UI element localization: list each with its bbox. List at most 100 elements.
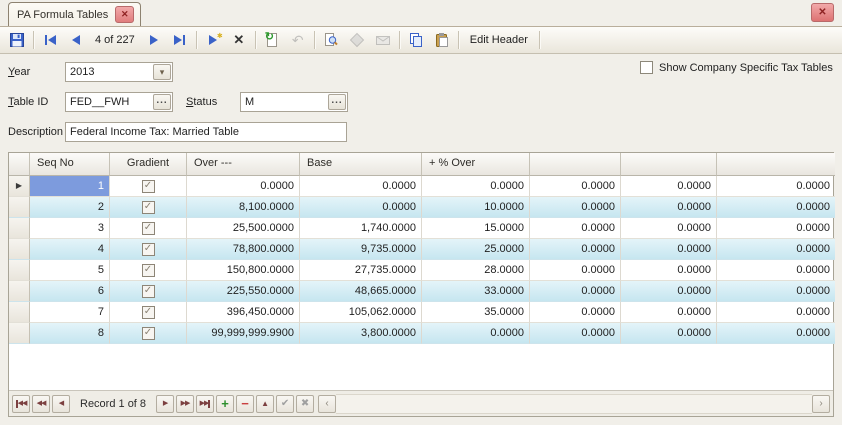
- gradient-cell[interactable]: ✓: [110, 176, 187, 197]
- table-id-lookup-button[interactable]: ...: [153, 94, 171, 110]
- year-combobox[interactable]: ▾: [65, 62, 173, 82]
- base-cell[interactable]: 0.0000: [300, 197, 422, 218]
- tab-close-icon[interactable]: ✕: [115, 6, 134, 23]
- gradient-cell[interactable]: ✓: [110, 323, 187, 344]
- next-record-button[interactable]: [141, 29, 167, 52]
- base-cell[interactable]: 1,740.0000: [300, 218, 422, 239]
- gradient-cell[interactable]: ✓: [110, 197, 187, 218]
- col6-cell[interactable]: 0.0000: [530, 218, 621, 239]
- pct-over-cell[interactable]: 10.0000: [422, 197, 530, 218]
- nav-edit-button[interactable]: ▲: [256, 395, 274, 413]
- year-input[interactable]: [66, 63, 152, 81]
- seq-cell[interactable]: 5: [30, 260, 110, 281]
- description-input[interactable]: [66, 123, 346, 141]
- column-header-gradient[interactable]: Gradient: [110, 153, 187, 176]
- pct-over-cell[interactable]: 0.0000: [422, 323, 530, 344]
- nav-post-button[interactable]: ✔: [276, 395, 294, 413]
- row-selector[interactable]: [9, 323, 30, 344]
- gradient-cell[interactable]: ✓: [110, 302, 187, 323]
- row-selector[interactable]: [9, 197, 30, 218]
- col8-cell[interactable]: 0.0000: [717, 260, 835, 281]
- pct-over-cell[interactable]: 0.0000: [422, 176, 530, 197]
- gradient-cell[interactable]: ✓: [110, 218, 187, 239]
- base-cell[interactable]: 3,800.0000: [300, 323, 422, 344]
- status-field[interactable]: ...: [240, 92, 348, 112]
- gradient-cell[interactable]: ✓: [110, 260, 187, 281]
- column-header-6[interactable]: [530, 153, 621, 176]
- col8-cell[interactable]: 0.0000: [717, 197, 835, 218]
- over-cell[interactable]: 25,500.0000: [187, 218, 300, 239]
- col8-cell[interactable]: 0.0000: [717, 239, 835, 260]
- row-selector[interactable]: [9, 260, 30, 281]
- nav-prev-button[interactable]: ◀: [52, 395, 70, 413]
- over-cell[interactable]: 225,550.0000: [187, 281, 300, 302]
- tab-pa-formula-tables[interactable]: PA Formula Tables ✕: [8, 2, 141, 26]
- paste-button[interactable]: [429, 29, 455, 52]
- gradient-cell[interactable]: ✓: [110, 239, 187, 260]
- gradient-checkbox[interactable]: ✓: [142, 327, 155, 340]
- col6-cell[interactable]: 0.0000: [530, 302, 621, 323]
- table-id-input[interactable]: [66, 93, 152, 111]
- gradient-checkbox[interactable]: ✓: [142, 243, 155, 256]
- seq-cell[interactable]: 2: [30, 197, 110, 218]
- nav-first-button[interactable]: ◀◀: [12, 395, 30, 413]
- gradient-checkbox[interactable]: ✓: [142, 264, 155, 277]
- print-preview-button[interactable]: [318, 29, 344, 52]
- col7-cell[interactable]: 0.0000: [621, 197, 717, 218]
- pct-over-cell[interactable]: 35.0000: [422, 302, 530, 323]
- gradient-checkbox[interactable]: ✓: [142, 201, 155, 214]
- seq-cell[interactable]: 6: [30, 281, 110, 302]
- col7-cell[interactable]: 0.0000: [621, 260, 717, 281]
- col6-cell[interactable]: 0.0000: [530, 176, 621, 197]
- col7-cell[interactable]: 0.0000: [621, 302, 717, 323]
- previous-record-button[interactable]: [63, 29, 89, 52]
- nav-last-button[interactable]: ▶▶: [196, 395, 214, 413]
- gradient-cell[interactable]: ✓: [110, 281, 187, 302]
- seq-cell[interactable]: 1: [30, 176, 110, 197]
- col8-cell[interactable]: 0.0000: [717, 218, 835, 239]
- col8-cell[interactable]: 0.0000: [717, 302, 835, 323]
- nav-next-page-button[interactable]: ▶▶: [176, 395, 194, 413]
- over-cell[interactable]: 8,100.0000: [187, 197, 300, 218]
- nav-prev-page-button[interactable]: ◀◀: [32, 395, 50, 413]
- col8-cell[interactable]: 0.0000: [717, 323, 835, 344]
- over-cell[interactable]: 0.0000: [187, 176, 300, 197]
- gradient-checkbox[interactable]: ✓: [142, 180, 155, 193]
- column-header-7[interactable]: [621, 153, 717, 176]
- seq-cell[interactable]: 7: [30, 302, 110, 323]
- base-cell[interactable]: 0.0000: [300, 176, 422, 197]
- gradient-checkbox[interactable]: ✓: [142, 285, 155, 298]
- save-button[interactable]: [4, 29, 30, 52]
- row-selector[interactable]: ▶: [9, 176, 30, 197]
- base-cell[interactable]: 27,735.0000: [300, 260, 422, 281]
- gradient-checkbox[interactable]: ✓: [142, 222, 155, 235]
- status-input[interactable]: [241, 93, 327, 111]
- show-company-checkbox[interactable]: [640, 61, 653, 74]
- col6-cell[interactable]: 0.0000: [530, 239, 621, 260]
- email-button[interactable]: [370, 29, 396, 52]
- seq-cell[interactable]: 8: [30, 323, 110, 344]
- gradient-checkbox[interactable]: ✓: [142, 306, 155, 319]
- over-cell[interactable]: 78,800.0000: [187, 239, 300, 260]
- description-field[interactable]: [65, 122, 347, 142]
- edit-header-button[interactable]: Edit Header: [462, 29, 536, 52]
- col7-cell[interactable]: 0.0000: [621, 323, 717, 344]
- row-selector[interactable]: [9, 218, 30, 239]
- col6-cell[interactable]: 0.0000: [530, 323, 621, 344]
- window-close-button[interactable]: ✕: [811, 3, 834, 22]
- pct-over-cell[interactable]: 15.0000: [422, 218, 530, 239]
- row-selector[interactable]: [9, 239, 30, 260]
- pct-over-cell[interactable]: 28.0000: [422, 260, 530, 281]
- new-record-button[interactable]: ✱: [200, 29, 226, 52]
- col7-cell[interactable]: 0.0000: [621, 218, 717, 239]
- col8-cell[interactable]: 0.0000: [717, 281, 835, 302]
- seq-cell[interactable]: 3: [30, 218, 110, 239]
- column-header-seq-no[interactable]: Seq No: [30, 153, 110, 176]
- pct-over-cell[interactable]: 25.0000: [422, 239, 530, 260]
- nav-next-button[interactable]: ▶: [156, 395, 174, 413]
- nav-cancel-button[interactable]: ✖: [296, 395, 314, 413]
- scroll-left-button[interactable]: ‹: [318, 395, 336, 413]
- column-header-over[interactable]: Over ---: [187, 153, 300, 176]
- copy-button[interactable]: [403, 29, 429, 52]
- row-selector[interactable]: [9, 302, 30, 323]
